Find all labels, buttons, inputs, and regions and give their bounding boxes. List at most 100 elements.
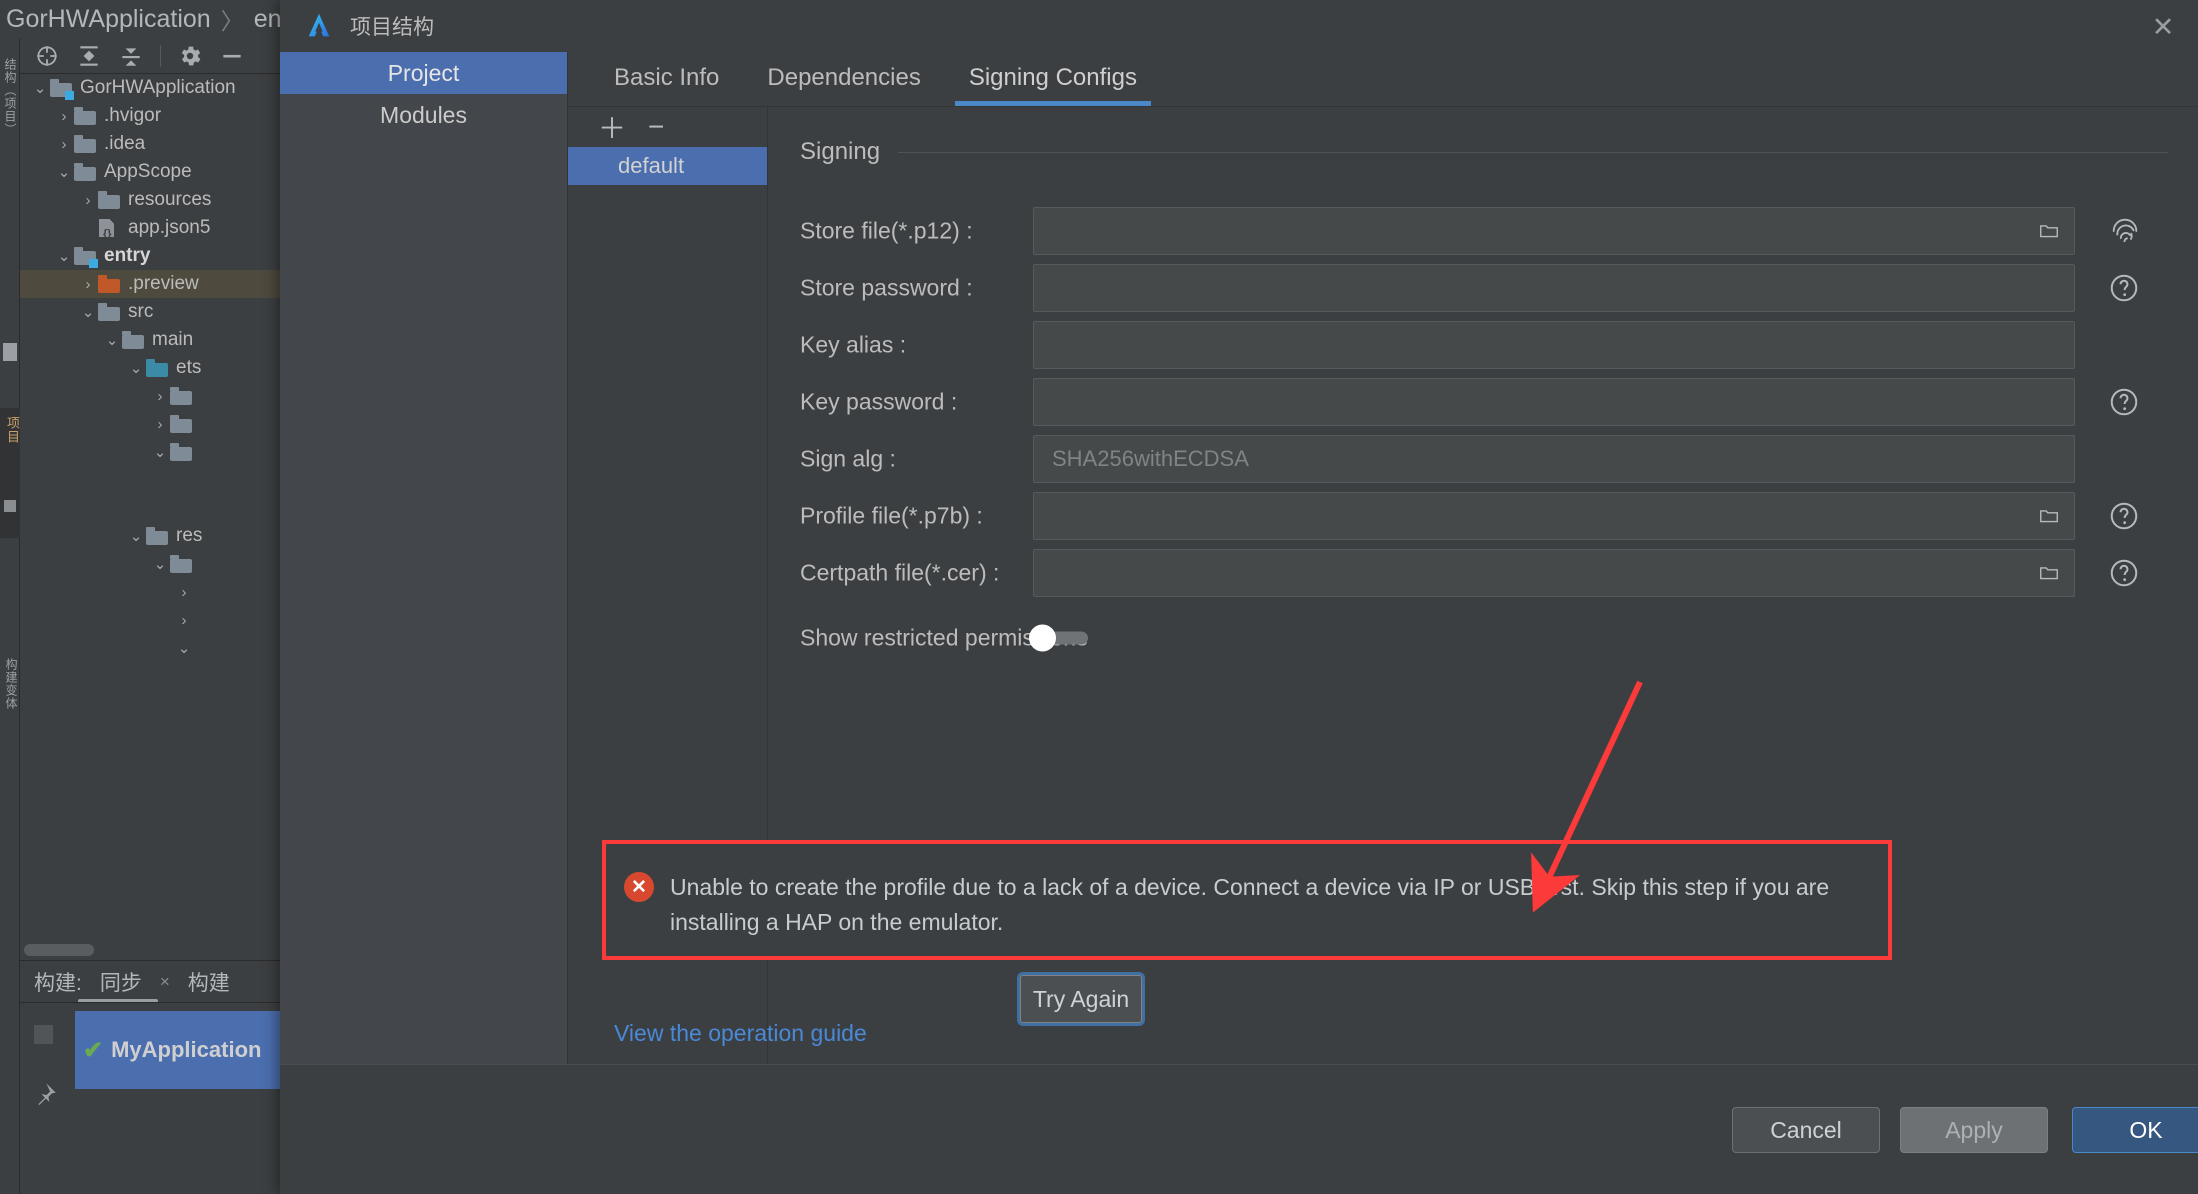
tab-signing-configs[interactable]: Signing Configs <box>945 64 1161 106</box>
folder-icon <box>170 414 192 433</box>
apply-button[interactable]: Apply <box>1900 1107 2048 1153</box>
input-certpath-file-cer[interactable] <box>1033 549 2075 597</box>
collapse-all-icon[interactable] <box>118 43 144 69</box>
chevron-down-icon[interactable]: ⌄ <box>78 303 98 321</box>
add-config-button[interactable]: ＋ <box>598 107 626 147</box>
tree-row[interactable]: › <box>20 578 300 606</box>
chevron-right-icon[interactable]: › <box>54 108 74 125</box>
tree-row[interactable]: › <box>20 410 300 438</box>
ok-button[interactable]: OK <box>2072 1107 2198 1153</box>
tree-row[interactable]: ⌄ <box>20 438 300 466</box>
folder-browse-icon[interactable] <box>2036 220 2062 242</box>
chevron-down-icon[interactable]: ⌄ <box>150 443 170 461</box>
field-label: Sign alg : <box>800 445 896 472</box>
show-restricted-permissions-toggle[interactable] <box>1029 624 1088 652</box>
chevron-right-icon[interactable]: › <box>174 584 194 601</box>
breadcrumb-project[interactable]: GorHWApplication <box>6 5 211 34</box>
chevron-down-icon[interactable]: ⌄ <box>54 163 74 181</box>
tree-row[interactable]: ⌄ <box>20 634 300 662</box>
tree-row[interactable]: › .idea <box>20 130 300 158</box>
rail-label-build-variants[interactable]: 构建变体 <box>3 658 20 710</box>
folder-icon <box>74 134 96 153</box>
tree-row[interactable]: ⌄ res <box>20 522 300 550</box>
tree-row[interactable]: › .hvigor <box>20 102 300 130</box>
tree-row[interactable]: › <box>20 606 300 634</box>
close-icon[interactable]: ✕ <box>2146 10 2180 44</box>
tree-row[interactable]: › resources <box>20 186 300 214</box>
tree-row[interactable] <box>20 494 300 522</box>
tree-row[interactable]: ⌄ GorHWApplication <box>20 74 300 102</box>
folder-browse-icon[interactable] <box>2036 505 2062 527</box>
chevron-down-icon[interactable]: ⌄ <box>54 247 74 265</box>
tree-row[interactable]: ⌄ main <box>20 326 300 354</box>
chevron-down-icon[interactable]: ⌄ <box>150 555 170 573</box>
tree-row[interactable]: ⌄ src <box>20 298 300 326</box>
chevron-right-icon[interactable]: › <box>54 136 74 153</box>
folder-teal-icon <box>146 358 168 377</box>
cancel-button[interactable]: Cancel <box>1732 1107 1880 1153</box>
rail-active-block[interactable]: 项目 <box>0 408 20 538</box>
remove-config-button[interactable]: − <box>648 111 664 143</box>
pin-icon[interactable] <box>30 1081 58 1109</box>
sidebar-item-modules[interactable]: Modules <box>280 94 567 136</box>
input-sign-alg[interactable]: SHA256withECDSA <box>1033 435 2075 483</box>
chevron-right-icon[interactable]: › <box>174 612 194 629</box>
tree-row[interactable]: › .preview <box>20 270 300 298</box>
help-icon[interactable] <box>2108 500 2140 532</box>
input-key-alias[interactable] <box>1033 321 2075 369</box>
input-store-password[interactable] <box>1033 264 2075 312</box>
rail-label-structure[interactable]: 结构（项目） <box>2 58 19 136</box>
chevron-down-icon[interactable]: ⌄ <box>126 527 146 545</box>
chevron-right-icon[interactable]: › <box>78 276 98 293</box>
tab-basic-info[interactable]: Basic Info <box>590 64 743 106</box>
input-key-password[interactable] <box>1033 378 2075 426</box>
breadcrumb-module[interactable]: en <box>254 5 282 34</box>
expand-all-icon[interactable] <box>76 43 102 69</box>
tree-row-label: .hvigor <box>104 105 162 126</box>
chevron-right-icon[interactable]: › <box>150 388 170 405</box>
tab-dependencies[interactable]: Dependencies <box>743 64 944 106</box>
tree-horizontal-scrollbar[interactable] <box>24 944 94 956</box>
screen: GorHWApplication 〉 en 结构（项目） 项目 构建变体 ⌄ G… <box>0 0 2198 1194</box>
help-icon[interactable] <box>2108 386 2140 418</box>
form-row: Sign alg : SHA256withECDSA <box>768 435 2198 483</box>
tree-row[interactable]: ⌄ AppScope <box>20 158 300 186</box>
chevron-down-icon[interactable]: ⌄ <box>126 359 146 377</box>
tab-build[interactable]: 构建 <box>188 967 230 997</box>
input-profile-file-p7b[interactable] <box>1033 492 2075 540</box>
folder-browse-icon[interactable] <box>2036 562 2062 584</box>
project-toolbar <box>20 38 300 74</box>
operation-guide-link[interactable]: View the operation guide <box>614 1020 867 1047</box>
stop-icon[interactable] <box>34 1025 53 1044</box>
tree-row[interactable]: app.json5 <box>20 214 300 242</box>
build-result-item[interactable]: ✔ MyApplication <box>75 1011 300 1089</box>
tree-row[interactable]: › <box>20 382 300 410</box>
tree-row[interactable]: ⌄ ets <box>20 354 300 382</box>
help-icon[interactable] <box>2108 557 2140 589</box>
tree-row[interactable]: ⌄ <box>20 550 300 578</box>
tab-label: Signing Configs <box>968 64 1137 91</box>
tree-row[interactable] <box>20 466 300 494</box>
locate-target-icon[interactable] <box>34 43 60 69</box>
fingerprint-icon[interactable] <box>2108 214 2142 248</box>
chevron-down-icon[interactable]: ⌄ <box>102 331 122 349</box>
tree-row[interactable]: ⌄ entry <box>20 242 300 270</box>
tab-sync[interactable]: 同步 <box>100 967 142 997</box>
close-icon[interactable]: × <box>160 972 170 992</box>
chevron-right-icon[interactable]: › <box>150 416 170 433</box>
gear-icon[interactable] <box>177 43 203 69</box>
chevron-down-icon[interactable]: ⌄ <box>174 639 194 657</box>
chevron-right-icon[interactable]: › <box>78 192 98 209</box>
try-again-button[interactable]: Try Again <box>1020 975 1142 1023</box>
rail-chip[interactable] <box>3 343 17 361</box>
sidebar-item-project[interactable]: Project <box>280 52 567 94</box>
minimize-icon[interactable] <box>219 43 245 69</box>
project-tree[interactable]: ⌄ GorHWApplication › .hvigor › .idea ⌄ AppScope… <box>20 74 300 674</box>
folder-icon <box>170 554 192 573</box>
check-icon: ✔ <box>83 1036 104 1064</box>
error-callout: ✕ Unable to create the profile due to a … <box>602 840 1892 960</box>
config-item[interactable]: default <box>568 147 767 185</box>
help-icon[interactable] <box>2108 272 2140 304</box>
input-store-file-p12[interactable] <box>1033 207 2075 255</box>
chevron-down-icon[interactable]: ⌄ <box>30 79 50 97</box>
